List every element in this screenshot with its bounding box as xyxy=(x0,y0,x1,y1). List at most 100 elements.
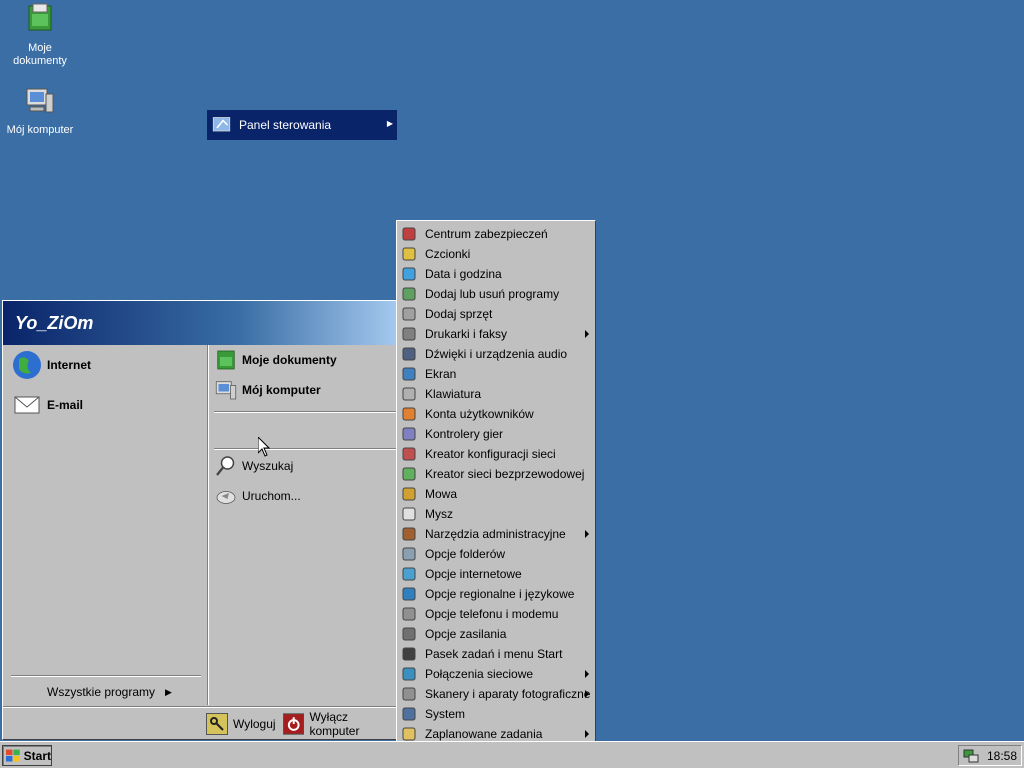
control-panel-item-label: Skanery i aparaty fotograficzne xyxy=(425,687,591,701)
control-panel-item[interactable]: Dodaj sprzęt xyxy=(397,304,595,324)
windows-logo-icon xyxy=(6,749,20,761)
control-panel-item-label: Dźwięki i urządzenia audio xyxy=(425,347,568,361)
control-panel-item-label: Opcje regionalne i językowe xyxy=(425,587,575,601)
control-panel-item[interactable]: Drukarki i faksy xyxy=(397,324,595,344)
control-panel-item-label: System xyxy=(425,707,466,721)
control-panel-item-label: Dodaj sprzęt xyxy=(425,307,493,321)
control-panel-item-icon xyxy=(402,587,416,601)
chevron-right-icon: ▶ xyxy=(165,686,172,697)
computer-icon xyxy=(26,88,54,113)
control-panel-item[interactable]: Opcje zasilania xyxy=(397,624,595,644)
network-icon[interactable] xyxy=(963,748,979,764)
control-panel-item-label: Kreator konfiguracji sieci xyxy=(425,447,556,461)
chevron-right-icon xyxy=(585,530,589,538)
run-icon xyxy=(216,491,236,504)
control-panel-item[interactable]: Klawiatura xyxy=(397,384,595,404)
control-panel-item-icon xyxy=(402,527,416,541)
control-panel-item[interactable]: Skanery i aparaty fotograficzne xyxy=(397,684,595,704)
key-icon xyxy=(206,713,228,735)
control-panel-item-icon xyxy=(402,447,416,461)
control-panel-item[interactable]: Pasek zadań i menu Start xyxy=(397,644,595,664)
control-panel-item-label: Zaplanowane zadania xyxy=(425,727,543,741)
start-menu-pinned: Internet E-mail Wszystkie programy ▶ xyxy=(3,345,206,705)
chevron-right-icon xyxy=(585,690,589,698)
control-panel-item-label: Klawiatura xyxy=(425,387,482,401)
desktop-icon-my-documents[interactable]: Moje dokumenty xyxy=(2,2,78,68)
desktop-icon-label: Moje xyxy=(28,42,52,54)
control-panel-item-icon xyxy=(402,287,416,301)
taskbar: Start 18:58 xyxy=(0,741,1024,768)
start-item-my-computer[interactable]: Mój komputer xyxy=(214,375,321,405)
system-tray: 18:58 xyxy=(958,745,1022,766)
start-item-label: Wyszukaj xyxy=(242,459,294,473)
control-panel-item-icon xyxy=(402,367,416,381)
control-panel-icon xyxy=(212,117,231,132)
clock[interactable]: 18:58 xyxy=(987,749,1017,763)
start-item-internet[interactable]: Internet xyxy=(11,350,91,380)
control-panel-item[interactable]: Opcje folderów xyxy=(397,544,595,564)
control-panel-item-label: Mowa xyxy=(425,487,458,501)
all-programs-button[interactable]: Wszystkie programy ▶ xyxy=(47,677,197,707)
shutdown-label: Wyłącz komputer xyxy=(309,710,360,738)
control-panel-item[interactable]: Mowa xyxy=(397,484,595,504)
control-panel-item-icon xyxy=(402,727,416,741)
control-panel-item[interactable]: Czcionki xyxy=(397,244,595,264)
desktop-icon-label: Mój komputer xyxy=(6,124,74,136)
control-panel-item-icon xyxy=(402,247,416,261)
control-panel-item[interactable]: Konta użytkowników xyxy=(397,404,595,424)
start-menu-footer: Wyloguj Wyłącz komputer xyxy=(3,706,399,740)
start-menu-places: Moje dokumenty Mój komputer Wyszukaj Uru… xyxy=(207,345,400,705)
control-panel-item[interactable]: Opcje telefonu i modemu xyxy=(397,604,595,624)
globe-icon xyxy=(13,351,41,379)
control-panel-item-icon xyxy=(402,567,416,581)
power-icon xyxy=(283,713,305,735)
control-panel-item-label: Drukarki i faksy xyxy=(425,327,508,341)
control-panel-item-label: Konta użytkowników xyxy=(425,407,534,421)
start-item-my-documents[interactable]: Moje dokumenty xyxy=(214,345,337,375)
control-panel-item-icon xyxy=(402,267,416,281)
start-item-label: Panel sterowania xyxy=(239,118,332,132)
control-panel-item[interactable]: Narzędzia administracyjne xyxy=(397,524,595,544)
control-panel-item-icon xyxy=(402,427,416,441)
magnifier-icon xyxy=(216,456,235,476)
control-panel-item[interactable]: Połączenia sieciowe xyxy=(397,664,595,684)
control-panel-item-label: Ekran xyxy=(425,367,457,381)
chevron-right-icon xyxy=(585,670,589,678)
control-panel-item[interactable]: Opcje internetowe xyxy=(397,564,595,584)
control-panel-item-label: Pasek zadań i menu Start xyxy=(425,647,563,661)
control-panel-item-icon xyxy=(402,627,416,641)
chevron-right-icon xyxy=(585,730,589,738)
control-panel-item-icon xyxy=(402,687,416,701)
start-item-run[interactable]: Uruchom... xyxy=(214,481,301,511)
control-panel-item-icon xyxy=(402,507,416,521)
all-programs-label: Wszystkie programy xyxy=(47,685,156,699)
logoff-button[interactable]: Wyloguj xyxy=(206,713,276,735)
control-panel-item-label: Dodaj lub usuń programy xyxy=(425,287,560,301)
start-item-search[interactable]: Wyszukaj xyxy=(214,451,293,481)
start-item-email[interactable]: E-mail xyxy=(11,390,83,420)
control-panel-item[interactable]: Opcje regionalne i językowe xyxy=(397,584,595,604)
start-item-label: E-mail xyxy=(47,398,84,412)
control-panel-item[interactable]: Mysz xyxy=(397,504,595,524)
control-panel-item[interactable]: Dodaj lub usuń programy xyxy=(397,284,595,304)
start-menu-user-name: Yo_ZiOm xyxy=(3,301,399,345)
start-item-control-panel[interactable]: Panel sterowania ▶ xyxy=(207,110,397,140)
control-panel-item[interactable]: Ekran xyxy=(397,364,595,384)
control-panel-item-label: Kontrolery gier xyxy=(425,427,504,441)
control-panel-item[interactable]: Data i godzina xyxy=(397,264,595,284)
shutdown-button[interactable]: Wyłącz komputer xyxy=(283,710,399,738)
control-panel-item[interactable]: Dźwięki i urządzenia audio xyxy=(397,344,595,364)
control-panel-item-icon xyxy=(402,307,416,321)
control-panel-item-icon xyxy=(402,547,416,561)
control-panel-item-label: Narzędzia administracyjne xyxy=(425,527,566,541)
control-panel-item-icon xyxy=(402,707,416,721)
control-panel-item[interactable]: Kreator konfiguracji sieci xyxy=(397,444,595,464)
control-panel-item[interactable]: Centrum zabezpieczeń xyxy=(397,224,595,244)
start-button[interactable]: Start xyxy=(2,745,52,766)
control-panel-item[interactable]: Kreator sieci bezprzewodowej xyxy=(397,464,595,484)
folder-documents-icon xyxy=(217,350,235,370)
control-panel-item[interactable]: Kontrolery gier xyxy=(397,424,595,444)
mouse-cursor-icon xyxy=(258,437,270,457)
desktop-icon-my-computer[interactable]: Mój komputer xyxy=(2,84,78,137)
control-panel-item[interactable]: System xyxy=(397,704,595,724)
